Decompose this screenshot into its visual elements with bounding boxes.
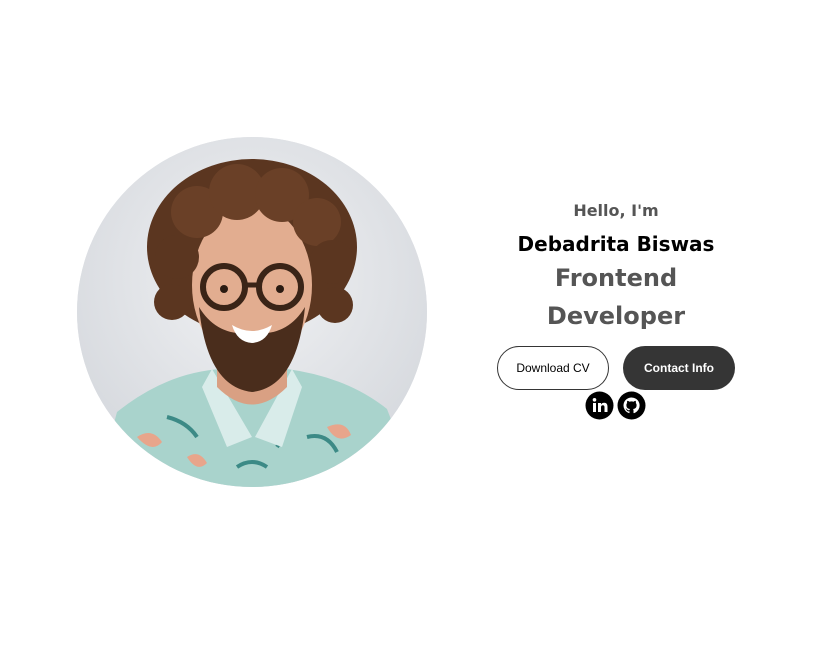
- hero-text: Hello, I'm Debadrita Biswas Frontend Dev…: [476, 196, 756, 335]
- github-icon[interactable]: [617, 391, 646, 420]
- greeting-text: Hello, I'm: [573, 201, 659, 220]
- linkedin-icon[interactable]: [585, 391, 614, 420]
- contact-info-button[interactable]: Contact Info: [623, 346, 735, 390]
- job-title-line-1: Frontend: [554, 264, 678, 292]
- social-links: [585, 391, 646, 421]
- page: Hello, I'm Debadrita Biswas Frontend Dev…: [0, 0, 815, 667]
- job-title-line-2: Developer: [546, 302, 686, 330]
- profile-picture: [77, 137, 427, 487]
- download-cv-button[interactable]: Download CV: [497, 346, 609, 390]
- action-buttons: Download CV Contact Info: [497, 346, 737, 392]
- job-title: Frontend Developer: [531, 259, 701, 335]
- name-heading: Debadrita Biswas: [517, 232, 715, 256]
